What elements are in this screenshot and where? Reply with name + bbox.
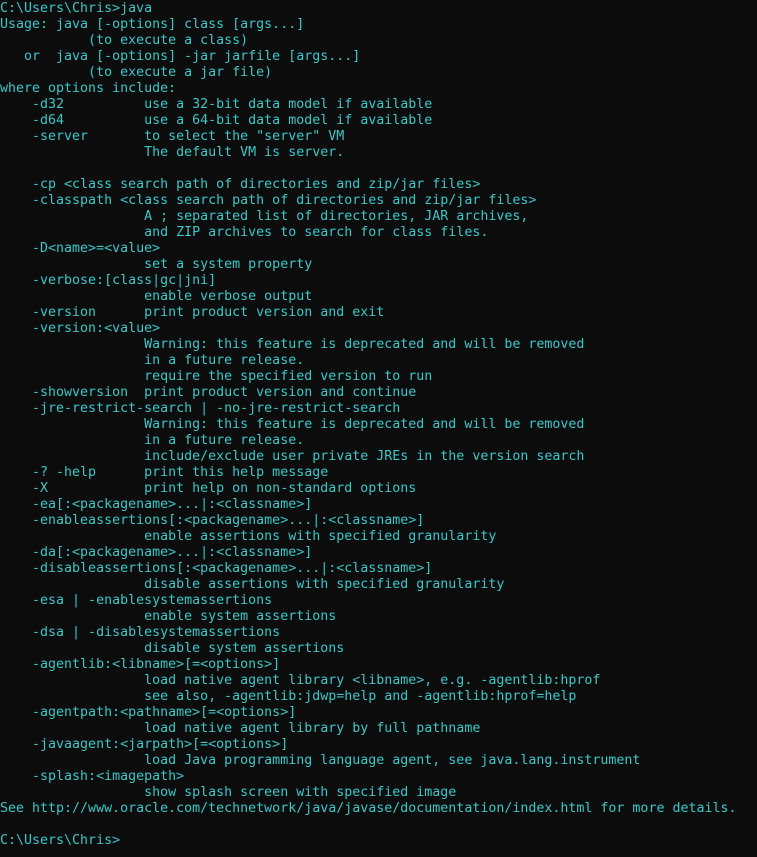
terminal-line: -agentlib:<libname>[=<options>]	[0, 657, 281, 672]
terminal-line: -verbose:[class|gc|jni]	[0, 273, 217, 288]
terminal-line: The default VM is server.	[0, 145, 345, 160]
terminal-line: or java [-options] -jar jarfile [args...…	[0, 49, 361, 64]
terminal-line: -splash:<imagepath>	[0, 769, 185, 784]
terminal-line: (to execute a jar file)	[0, 65, 273, 80]
terminal-line: disable system assertions	[0, 641, 345, 656]
terminal-line: -dsa | -disablesystemassertions	[0, 625, 281, 640]
terminal-line: load Java programming language agent, se…	[0, 753, 641, 768]
terminal-line: and ZIP archives to search for class fil…	[0, 225, 489, 240]
terminal-line: -X print help on non-standard options	[0, 481, 417, 496]
terminal-line: in a future release.	[0, 353, 305, 368]
command-prompt[interactable]: C:\Users\Chris>	[0, 833, 757, 849]
terminal-line: -disableassertions[:<packagename>...|:<c…	[0, 561, 433, 576]
terminal-line: in a future release.	[0, 433, 305, 448]
terminal-line: A ; separated list of directories, JAR a…	[0, 209, 529, 224]
terminal-line: -jre-restrict-search | -no-jre-restrict-…	[0, 401, 401, 416]
terminal-line: see also, -agentlib:jdwp=help and -agent…	[0, 689, 577, 704]
terminal-line: -javaagent:<jarpath>[=<options>]	[0, 737, 289, 752]
terminal-line: disable assertions with specified granul…	[0, 577, 505, 592]
terminal-line: -d32 use a 32-bit data model if availabl…	[0, 97, 433, 112]
terminal-line: Warning: this feature is deprecated and …	[0, 337, 585, 352]
terminal-line: -version print product version and exit	[0, 305, 385, 320]
terminal-line: -d64 use a 64-bit data model if availabl…	[0, 113, 433, 128]
terminal-line: -? -help print this help message	[0, 465, 329, 480]
terminal-line: enable assertions with specified granula…	[0, 529, 497, 544]
terminal-line: enable verbose output	[0, 289, 313, 304]
terminal-line: -da[:<packagename>...|:<classname>]	[0, 545, 313, 560]
terminal-line: (to execute a class)	[0, 33, 249, 48]
terminal-line: -agentpath:<pathname>[=<options>]	[0, 705, 297, 720]
terminal-line: -showversion print product version and c…	[0, 385, 417, 400]
terminal-line: show splash screen with specified image	[0, 785, 457, 800]
terminal-line: include/exclude user private JREs in the…	[0, 449, 585, 464]
terminal-line: set a system property	[0, 257, 313, 272]
terminal-line: -cp <class search path of directories an…	[0, 177, 481, 192]
terminal-output[interactable]: C:\Users\Chris>java Usage: java [-options…	[0, 1, 757, 849]
terminal-line: C:\Users\Chris>java	[0, 1, 153, 16]
terminal-line: require the specified version to run	[0, 369, 433, 384]
terminal-line: See http://www.oracle.com/technetwork/ja…	[0, 801, 737, 816]
terminal-line: load native agent library by full pathna…	[0, 721, 481, 736]
terminal-line: -server to select the "server" VM	[0, 129, 345, 144]
terminal-line: -classpath <class search path of directo…	[0, 193, 537, 208]
terminal-line: -enableassertions[:<packagename>...|:<cl…	[0, 513, 425, 528]
terminal-line: enable system assertions	[0, 609, 337, 624]
terminal-line: Usage: java [-options] class [args...]	[0, 17, 305, 32]
terminal-line: where options include:	[0, 81, 177, 96]
terminal-line: -D<name>=<value>	[0, 241, 161, 256]
terminal-line: -ea[:<packagename>...|:<classname>]	[0, 497, 313, 512]
terminal-line: load native agent library <libname>, e.g…	[0, 673, 601, 688]
terminal-line: -esa | -enablesystemassertions	[0, 593, 273, 608]
terminal-line: Warning: this feature is deprecated and …	[0, 417, 585, 432]
terminal-line: -version:<value>	[0, 321, 161, 336]
